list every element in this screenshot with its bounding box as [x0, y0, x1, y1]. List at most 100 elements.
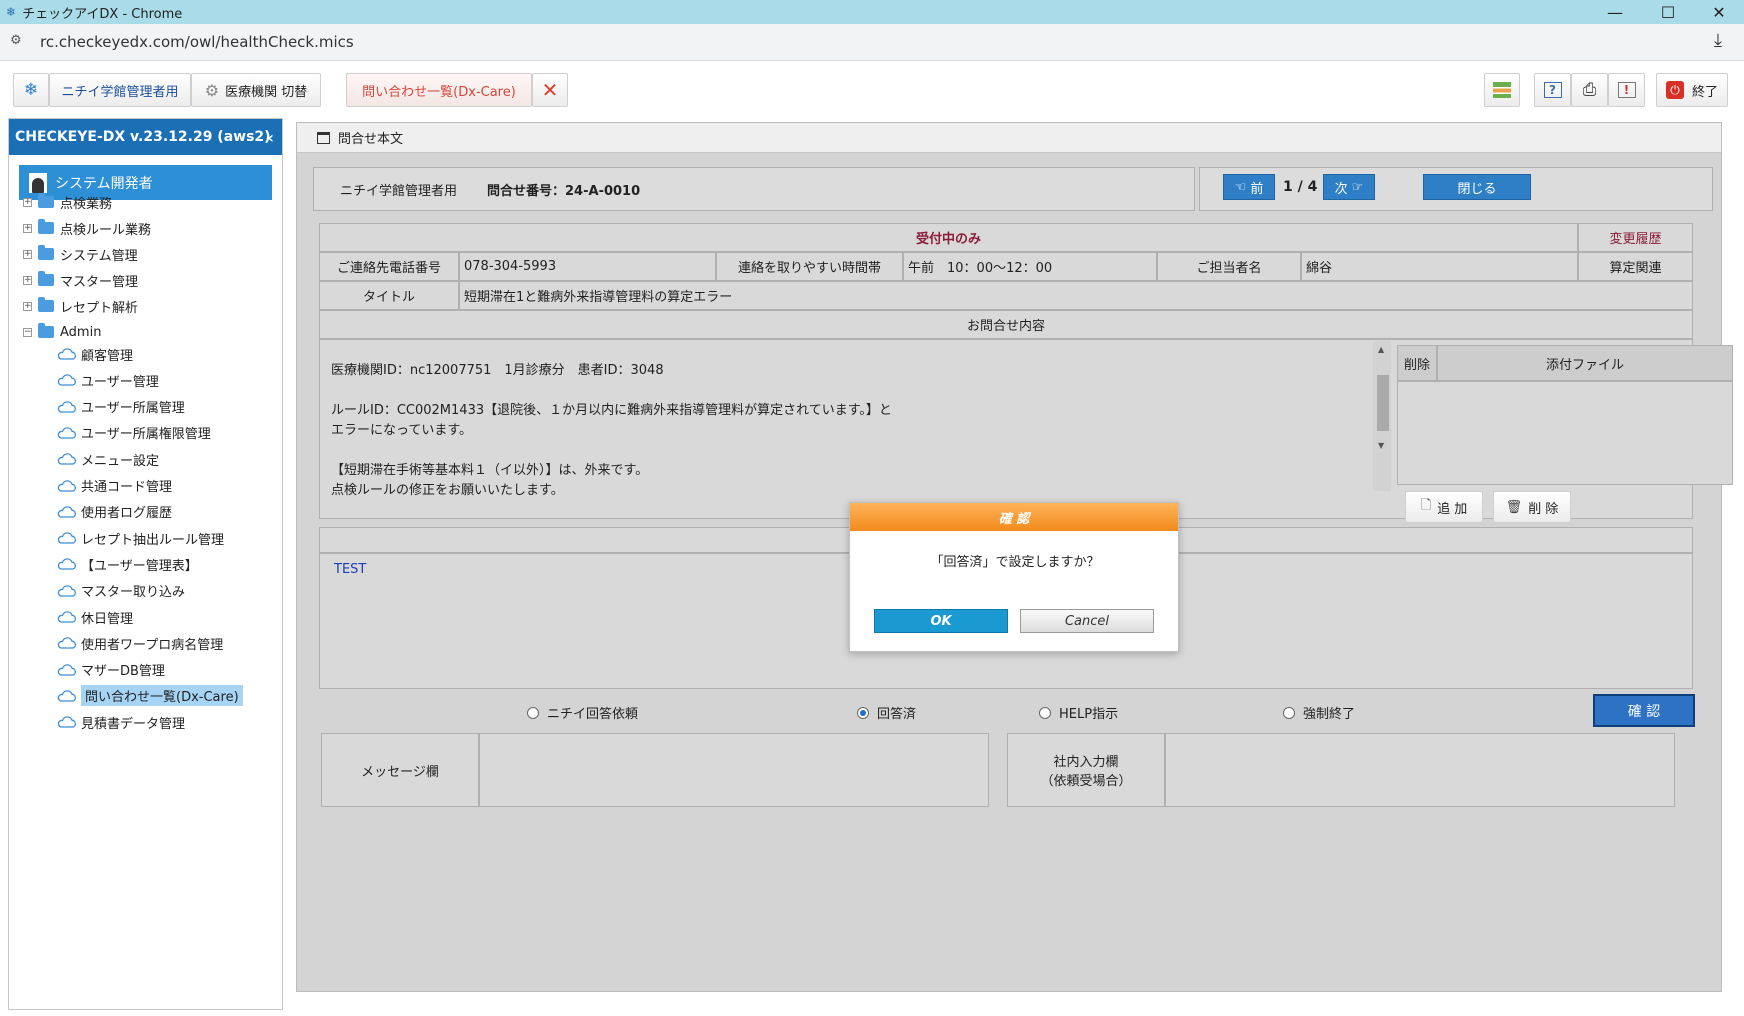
status-radio-option[interactable]: 回答済 [857, 703, 916, 722]
sidebar-item[interactable]: 使用者ログ履歴 [57, 501, 172, 523]
inquiry-content: 医療機関ID：nc12007751 1月診療分 患者ID：3048 ルールID：C… [331, 361, 1171, 501]
sidebar: CHECKEYE-DX v.23.12.29 (aws2) ‹ システム開発者 … [8, 118, 283, 1010]
radio-button[interactable] [1283, 706, 1295, 719]
switch-institution-button[interactable]: ⚙ 医療機関 切替 [191, 73, 321, 107]
sidebar-folder[interactable]: − Admin [23, 321, 101, 343]
sidebar-header: CHECKEYE-DX v.23.12.29 (aws2) ‹ [9, 119, 282, 155]
sidebar-item[interactable]: 問い合わせ一覧(Dx-Care) [57, 685, 243, 707]
message-input[interactable] [479, 733, 989, 807]
expand-icon[interactable]: + [23, 249, 32, 259]
sidebar-item[interactable]: 共通コード管理 [57, 475, 172, 497]
sidebar-item[interactable]: 休日管理 [57, 606, 133, 628]
history-link[interactable]: 変更履歴 [1578, 223, 1693, 252]
sidebar-item[interactable]: メニュー設定 [57, 448, 159, 470]
content-scrollbar[interactable]: ▲ ▼ [1373, 341, 1391, 491]
sidebar-item[interactable]: ユーザー所属権限管理 [57, 422, 211, 444]
tab-inquiry-list[interactable]: 問い合わせ一覧(Dx-Care) [346, 73, 532, 107]
cloud-icon [57, 663, 76, 676]
cloud-icon [57, 611, 76, 623]
sidebar-item-label: マスター取り込み [81, 585, 186, 601]
internal-input[interactable] [1165, 733, 1675, 807]
sidebar-folder[interactable]: + システム管理 [23, 243, 138, 265]
sidebar-item[interactable]: マザーDB管理 [57, 659, 165, 681]
folder-icon [38, 193, 54, 208]
expand-icon[interactable]: + [23, 275, 32, 285]
inquiry-info-bar: ニチイ学館管理者用 問合せ番号：24-A-0010 [313, 167, 1195, 211]
download-icon[interactable]: ⤓ [1714, 30, 1722, 51]
site-settings-icon[interactable]: ⚙ [10, 33, 22, 48]
window-icon [317, 131, 330, 144]
status-radio-option[interactable]: ニチイ回答依頼 [527, 703, 638, 722]
folder-label: マスター管理 [60, 274, 139, 290]
delete-attachment-button[interactable]: 🗑 削 除 [1493, 491, 1571, 523]
radio-button[interactable] [857, 706, 869, 719]
cloud-icon [57, 532, 76, 544]
folder-icon [38, 245, 54, 260]
maximize-button[interactable]: ☐ [1643, 0, 1693, 24]
sidebar-item[interactable]: 使用者ワープロ病名管理 [57, 632, 223, 654]
help-icon: ? [1543, 82, 1562, 98]
sidebar-item[interactable]: 【ユーザー管理表】 [57, 553, 198, 575]
radio-button[interactable] [527, 706, 539, 719]
radio-button[interactable] [1039, 706, 1051, 719]
scroll-up-icon[interactable]: ▲ [1378, 345, 1384, 354]
title-value: 短期滞在1と難病外来指導管理料の算定エラー [464, 290, 733, 305]
app-logo-button[interactable]: ❄ [13, 73, 49, 107]
sidebar-item[interactable]: ユーザー所属管理 [57, 396, 185, 418]
sidebar-folder[interactable]: + 点検業務 [23, 191, 112, 213]
confirm-dialog: 確 認 「回答済」で設定しますか？ OK Cancel [849, 502, 1179, 652]
close-button[interactable]: 閉じる [1423, 174, 1531, 200]
address-bar[interactable]: ⚙ rc.checkeyedx.com/owl/healthCheck.mics… [0, 24, 1744, 61]
sidebar-item[interactable]: 顧客管理 [57, 343, 133, 365]
sidebar-item[interactable]: 見積書データ管理 [57, 711, 185, 733]
print-button[interactable]: ⎙ [1571, 73, 1608, 107]
folder-label: レセプト解析 [60, 300, 139, 316]
folder-icon [38, 271, 54, 286]
next-button[interactable]: 次 ☞ [1323, 174, 1375, 200]
layout-button[interactable] [1484, 73, 1520, 107]
close-window-button[interactable]: ✕ [1694, 0, 1744, 24]
user-name: システム開発者 [55, 175, 153, 192]
minimize-button[interactable]: — [1590, 0, 1640, 24]
sidebar-item[interactable]: レセプト抽出ルール管理 [57, 527, 224, 549]
ok-button[interactable]: OK [874, 609, 1008, 633]
cancel-button[interactable]: Cancel [1020, 609, 1154, 633]
help-button[interactable]: ? [1534, 73, 1571, 107]
message-label-cell: メッセージ欄 [321, 733, 479, 807]
status-radio-option[interactable]: 強制終了 [1283, 703, 1355, 722]
url-text[interactable]: rc.checkeyedx.com/owl/healthCheck.mics [40, 33, 354, 51]
collapse-sidebar-icon[interactable]: ‹ [267, 128, 274, 147]
scroll-thumb[interactable] [1377, 375, 1389, 431]
attach-file-header: 添付ファイル [1437, 345, 1733, 381]
sidebar-item[interactable]: ユーザー管理 [57, 369, 159, 391]
exit-button[interactable]: ⏻ 終了 [1656, 73, 1728, 107]
layout-icon [1493, 82, 1511, 98]
cloud-icon [57, 637, 76, 649]
close-tab-button[interactable]: ✕ [532, 73, 568, 107]
add-attachment-button[interactable]: 🗋 追 加 [1405, 491, 1483, 523]
prev-button[interactable]: ☜ 前 [1223, 174, 1275, 200]
title-value-cell: 短期滞在1と難病外来指導管理料の算定エラー [459, 281, 1693, 310]
org-button[interactable]: ニチイ学館管理者用 [49, 73, 191, 107]
scroll-down-icon[interactable]: ▼ [1378, 441, 1384, 450]
expand-icon[interactable]: − [23, 327, 32, 337]
sidebar-folder[interactable]: + マスター管理 [23, 269, 138, 291]
phone-value: 078-304-5993 [464, 259, 557, 274]
user-avatar-icon [29, 172, 47, 193]
alert-icon: ! [1617, 82, 1636, 98]
cloud-icon [57, 479, 76, 492]
expand-icon[interactable]: + [23, 223, 32, 233]
prev-label: 前 [1250, 181, 1264, 197]
sidebar-folder[interactable]: + レセプト解析 [23, 295, 138, 317]
sidebar-item-label: ユーザー所属管理 [81, 401, 185, 417]
ok-label: OK [930, 613, 952, 629]
cancel-label: Cancel [1064, 613, 1110, 629]
expand-icon[interactable]: + [23, 301, 32, 311]
alert-button[interactable]: ! [1608, 73, 1645, 107]
sidebar-folder[interactable]: + 点検ルール業務 [23, 217, 151, 239]
expand-icon[interactable]: + [23, 197, 32, 207]
person-value-cell: 綿谷 [1301, 252, 1578, 281]
confirm-button[interactable]: 確 認 [1593, 694, 1695, 727]
status-radio-option[interactable]: HELP指示 [1039, 703, 1118, 722]
sidebar-item[interactable]: マスター取り込み [57, 580, 185, 602]
